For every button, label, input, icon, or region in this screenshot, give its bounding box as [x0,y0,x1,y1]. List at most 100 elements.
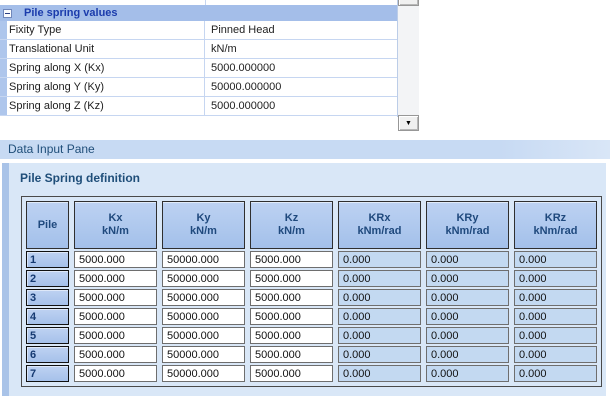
category-indent-strip [0,59,7,77]
cell-ky[interactable]: 50000.000 [162,346,245,363]
property-value[interactable]: 50000.000000 [205,78,397,96]
cell-ky[interactable]: 50000.000 [162,289,245,306]
data-input-pane: Pile Spring definition Pile Kx kN/m Ky k… [2,163,606,396]
cell-krx[interactable]: 0.000 [338,365,421,382]
property-name: Translational Unit [7,40,205,58]
category-indent-strip [0,40,7,58]
cell-kry[interactable]: 0.000 [426,327,509,344]
column-header-krx: KRx kNm/rad [338,201,421,249]
scrollbar-track[interactable] [398,6,419,115]
row-header[interactable]: 3 [26,289,69,306]
cell-kry[interactable]: 0.000 [426,346,509,363]
column-label: KRz [544,212,567,224]
cell-krz[interactable]: 0.000 [514,346,597,363]
cell-kx[interactable]: 5000.000 [74,270,157,287]
property-value[interactable]: 5000.000000 [205,97,397,115]
cell-krz[interactable]: 0.000 [514,251,597,268]
collapse-minus-icon[interactable] [3,8,12,18]
column-header-krz: KRz kNm/rad [514,201,597,249]
property-row-fixity-type[interactable]: Fixity Type Pinned Head [0,21,397,40]
cell-kry[interactable]: 0.000 [426,251,509,268]
cell-krz[interactable]: 0.000 [514,327,597,344]
cell-kz[interactable]: 5000.000 [250,308,333,325]
property-name: Fixity Type [7,21,205,39]
cell-krx[interactable]: 0.000 [338,251,421,268]
row-header[interactable]: 4 [26,308,69,325]
column-label: Kx [108,212,123,224]
cell-ky[interactable]: 50000.000 [162,270,245,287]
column-header-kz: Kz kN/m [250,201,333,249]
cell-krz[interactable]: 0.000 [514,365,597,382]
cell-kz[interactable]: 5000.000 [250,365,333,382]
column-label: Kz [284,212,299,224]
property-value[interactable]: 5000.000000 [205,59,397,77]
property-row-translational-unit[interactable]: Translational Unit kN/m [0,40,397,59]
column-unit: kNm/rad [357,225,402,237]
cell-krz[interactable]: 0.000 [514,308,597,325]
cell-ky[interactable]: 50000.000 [162,308,245,325]
cell-kx[interactable]: 5000.000 [74,289,157,306]
cell-kry[interactable]: 0.000 [426,270,509,287]
column-unit: kN/m [278,225,305,237]
cell-krz[interactable]: 0.000 [514,289,597,306]
cell-kz[interactable]: 5000.000 [250,346,333,363]
column-header-kx: Kx kN/m [74,201,157,249]
row-header[interactable]: 6 [26,346,69,363]
cell-kx[interactable]: 5000.000 [74,327,157,344]
row-header[interactable]: 5 [26,327,69,344]
cell-kx[interactable]: 5000.000 [74,308,157,325]
property-name: Spring along Y (Ky) [7,78,205,96]
category-indent-strip [0,97,7,115]
cell-krz[interactable]: 0.000 [514,270,597,287]
cell-krx[interactable]: 0.000 [338,289,421,306]
category-indent-strip [0,78,7,96]
property-row-spring-y[interactable]: Spring along Y (Ky) 50000.000000 [0,78,397,97]
column-unit: kN/m [190,225,217,237]
column-label: Ky [196,212,211,224]
cell-ky[interactable]: 50000.000 [162,251,245,268]
cell-kry[interactable]: 0.000 [426,365,509,382]
section-title: Pile Spring definition [20,171,140,185]
property-row-spring-z[interactable]: Spring along Z (Kz) 5000.000000 [0,97,397,116]
property-row-spring-x[interactable]: Spring along X (Kx) 5000.000000 [0,59,397,78]
property-name: Spring along Z (Kz) [7,97,205,115]
property-value[interactable]: kN/m [205,40,397,58]
column-label: KRx [368,212,391,224]
pane-title-bar[interactable]: Data Input Pane [0,140,610,159]
scroll-down-button[interactable]: ▼ [398,115,419,131]
category-label: Pile spring values [24,7,118,19]
row-header[interactable]: 1 [26,251,69,268]
column-label: Pile [37,218,58,231]
cell-kx[interactable]: 5000.000 [74,346,157,363]
row-header[interactable]: 2 [26,270,69,287]
pane-title: Data Input Pane [8,142,95,156]
scrollbar-thumb[interactable] [398,0,419,6]
cell-krx[interactable]: 0.000 [338,327,421,344]
cell-kry[interactable]: 0.000 [426,308,509,325]
cell-krx[interactable]: 0.000 [338,346,421,363]
pane-left-edge [2,163,9,396]
cell-kz[interactable]: 5000.000 [250,270,333,287]
category-indent-strip [0,21,7,39]
property-name: Spring along X (Kx) [7,59,205,77]
cell-kx[interactable]: 5000.000 [74,251,157,268]
cell-kz[interactable]: 5000.000 [250,289,333,306]
cell-kx[interactable]: 5000.000 [74,365,157,382]
cell-kz[interactable]: 5000.000 [250,327,333,344]
row-header[interactable]: 7 [26,365,69,382]
cell-kz[interactable]: 5000.000 [250,251,333,268]
column-header-kry: KRy kNm/rad [426,201,509,249]
cell-krx[interactable]: 0.000 [338,270,421,287]
cell-kry[interactable]: 0.000 [426,289,509,306]
partial-row [0,0,397,5]
cell-krx[interactable]: 0.000 [338,308,421,325]
vertical-scrollbar[interactable]: ▼ [398,0,419,131]
cell-ky[interactable]: 50000.000 [162,327,245,344]
property-grid: Pile spring values Fixity Type Pinned He… [0,0,398,117]
cell-ky[interactable]: 50000.000 [162,365,245,382]
column-unit: kNm/rad [445,225,490,237]
column-header-ky: Ky kN/m [162,201,245,249]
column-unit: kN/m [102,225,129,237]
property-value[interactable]: Pinned Head [205,21,397,39]
category-row-pile-spring-values[interactable]: Pile spring values [0,5,397,21]
